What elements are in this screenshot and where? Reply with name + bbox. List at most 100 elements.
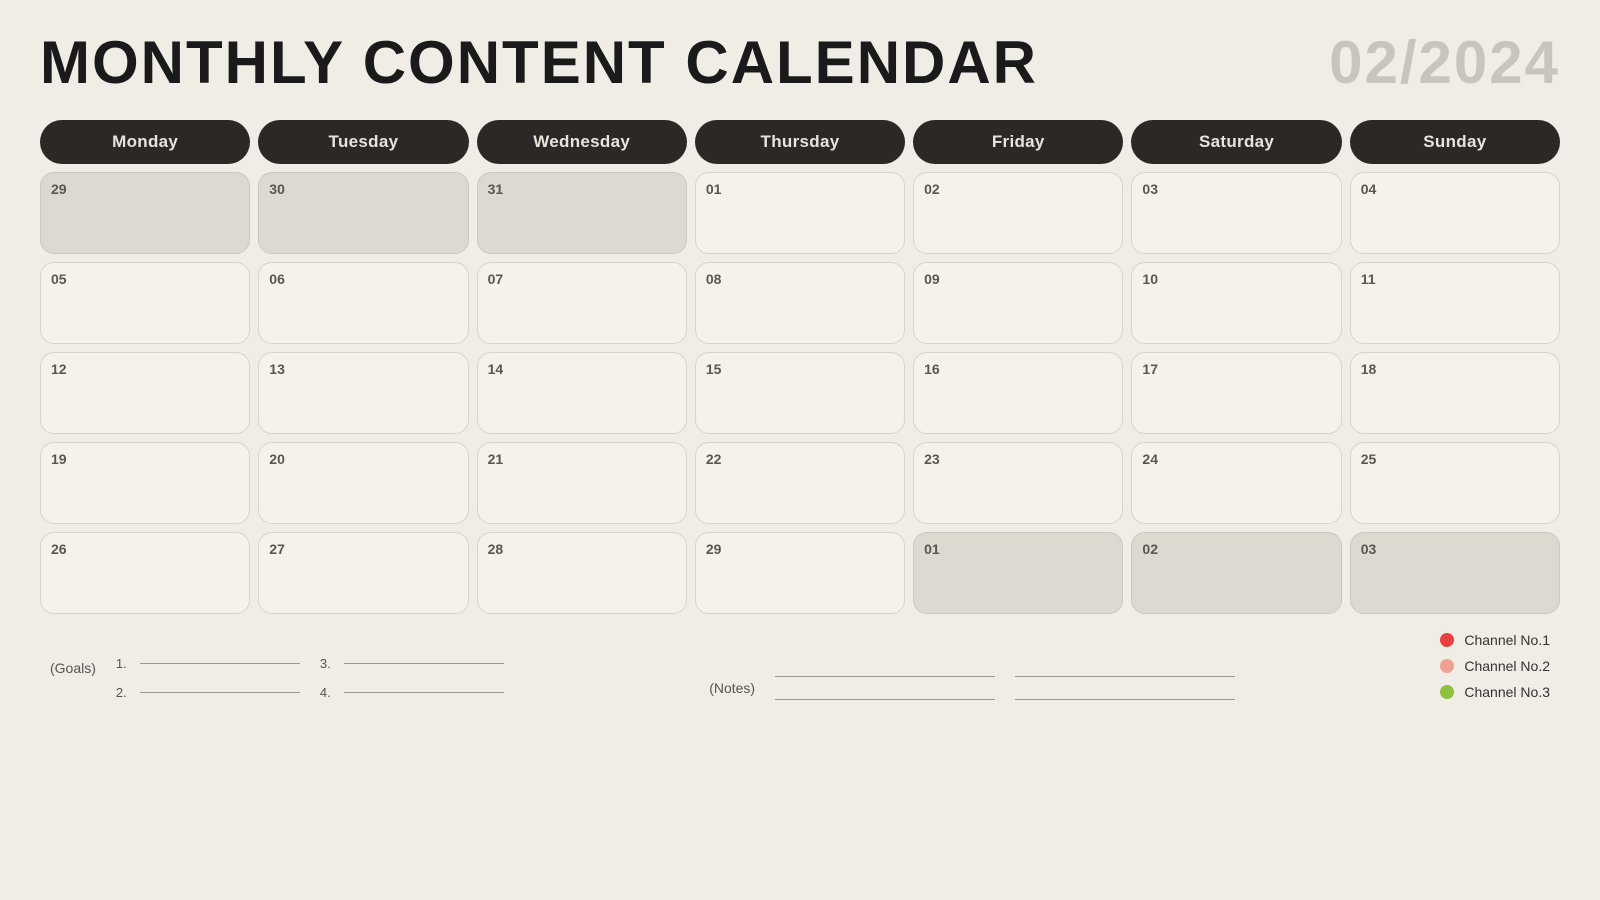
- channel-legend: Channel No.1 Channel No.2 Channel No.3: [1440, 632, 1550, 700]
- day-number: 08: [706, 271, 722, 287]
- day-cell[interactable]: 04: [1350, 172, 1560, 254]
- day-cell[interactable]: 31: [477, 172, 687, 254]
- day-number: 04: [1361, 181, 1377, 197]
- day-number: 25: [1361, 451, 1377, 467]
- day-cell[interactable]: 11: [1350, 262, 1560, 344]
- day-cell[interactable]: 02: [913, 172, 1123, 254]
- day-number: 29: [706, 541, 722, 557]
- goal-line-3: 3.: [320, 656, 504, 671]
- day-cell[interactable]: 28: [477, 532, 687, 614]
- day-number: 23: [924, 451, 940, 467]
- day-cell[interactable]: 21: [477, 442, 687, 524]
- day-number: 20: [269, 451, 285, 467]
- day-number: 24: [1142, 451, 1158, 467]
- goal-line-2: 2.: [116, 685, 300, 700]
- day-cell[interactable]: 24: [1131, 442, 1341, 524]
- notes-label: (Notes): [709, 676, 755, 696]
- day-number: 05: [51, 271, 67, 287]
- day-number: 29: [51, 181, 67, 197]
- day-cell[interactable]: 03: [1131, 172, 1341, 254]
- day-number: 27: [269, 541, 285, 557]
- day-number: 11: [1361, 271, 1376, 287]
- day-number: 16: [924, 361, 940, 377]
- day-number: 02: [924, 181, 940, 197]
- day-number: 19: [51, 451, 67, 467]
- day-cell[interactable]: 03: [1350, 532, 1560, 614]
- legend-item-1: Channel No.1: [1440, 632, 1550, 648]
- day-number: 09: [924, 271, 940, 287]
- day-cell[interactable]: 22: [695, 442, 905, 524]
- day-cell[interactable]: 17: [1131, 352, 1341, 434]
- day-cell[interactable]: 19: [40, 442, 250, 524]
- day-number: 13: [269, 361, 285, 377]
- legend-item-2: Channel No.2: [1440, 658, 1550, 674]
- page-header: MONTHLY CONTENT CALENDAR 02/2024: [40, 30, 1560, 96]
- day-number: 03: [1361, 541, 1377, 557]
- day-cell[interactable]: 15: [695, 352, 905, 434]
- day-cell[interactable]: 14: [477, 352, 687, 434]
- legend-item-3: Channel No.3: [1440, 684, 1550, 700]
- day-header-thursday: Thursday: [695, 120, 905, 164]
- day-cell[interactable]: 29: [40, 172, 250, 254]
- day-number: 02: [1142, 541, 1158, 557]
- day-number: 06: [269, 271, 285, 287]
- day-header-sunday: Sunday: [1350, 120, 1560, 164]
- day-cell[interactable]: 06: [258, 262, 468, 344]
- legend-dot-1: [1440, 633, 1454, 647]
- day-number: 30: [269, 181, 285, 197]
- day-cell[interactable]: 09: [913, 262, 1123, 344]
- day-cell[interactable]: 01: [913, 532, 1123, 614]
- page-title: MONTHLY CONTENT CALENDAR: [40, 30, 1038, 96]
- goals-lines-col2: 3. 4.: [320, 656, 504, 700]
- day-cell[interactable]: 23: [913, 442, 1123, 524]
- day-cell[interactable]: 25: [1350, 442, 1560, 524]
- calendar-grid: MondayTuesdayWednesdayThursdayFridaySatu…: [40, 120, 1560, 614]
- day-number: 07: [488, 271, 504, 287]
- legend-dot-2: [1440, 659, 1454, 673]
- day-cell[interactable]: 29: [695, 532, 905, 614]
- day-number: 01: [706, 181, 722, 197]
- day-cell[interactable]: 05: [40, 262, 250, 344]
- day-number: 01: [924, 541, 940, 557]
- legend-label-2: Channel No.2: [1464, 658, 1550, 674]
- day-cell[interactable]: 12: [40, 352, 250, 434]
- day-number: 17: [1142, 361, 1158, 377]
- footer: (Goals) 1. 2. 3. 4. (Notes): [40, 632, 1560, 700]
- day-number: 14: [488, 361, 504, 377]
- day-cell[interactable]: 13: [258, 352, 468, 434]
- day-number: 28: [488, 541, 504, 557]
- day-cell[interactable]: 07: [477, 262, 687, 344]
- notes-lines-col1: [775, 676, 995, 700]
- day-cell[interactable]: 27: [258, 532, 468, 614]
- day-cell[interactable]: 20: [258, 442, 468, 524]
- day-number: 15: [706, 361, 722, 377]
- day-cell[interactable]: 30: [258, 172, 468, 254]
- day-header-tuesday: Tuesday: [258, 120, 468, 164]
- legend-label-1: Channel No.1: [1464, 632, 1550, 648]
- day-header-monday: Monday: [40, 120, 250, 164]
- notes-lines-col2: [1015, 676, 1235, 700]
- day-cell[interactable]: 18: [1350, 352, 1560, 434]
- goals-lines-col1: 1. 2.: [116, 656, 300, 700]
- month-year: 02/2024: [1329, 30, 1560, 96]
- day-header-saturday: Saturday: [1131, 120, 1341, 164]
- goal-line-1: 1.: [116, 656, 300, 671]
- legend-dot-3: [1440, 685, 1454, 699]
- day-number: 10: [1142, 271, 1158, 287]
- day-number: 26: [51, 541, 67, 557]
- day-number: 12: [51, 361, 67, 377]
- day-cell[interactable]: 08: [695, 262, 905, 344]
- day-cell[interactable]: 26: [40, 532, 250, 614]
- goals-section: (Goals) 1. 2. 3. 4.: [50, 656, 504, 700]
- notes-section: (Notes): [709, 676, 1235, 700]
- day-header-friday: Friday: [913, 120, 1123, 164]
- day-number: 18: [1361, 361, 1377, 377]
- day-number: 31: [488, 181, 504, 197]
- day-cell[interactable]: 10: [1131, 262, 1341, 344]
- day-cell[interactable]: 02: [1131, 532, 1341, 614]
- day-number: 03: [1142, 181, 1158, 197]
- day-cell[interactable]: 01: [695, 172, 905, 254]
- day-cell[interactable]: 16: [913, 352, 1123, 434]
- goal-line-4: 4.: [320, 685, 504, 700]
- day-header-wednesday: Wednesday: [477, 120, 687, 164]
